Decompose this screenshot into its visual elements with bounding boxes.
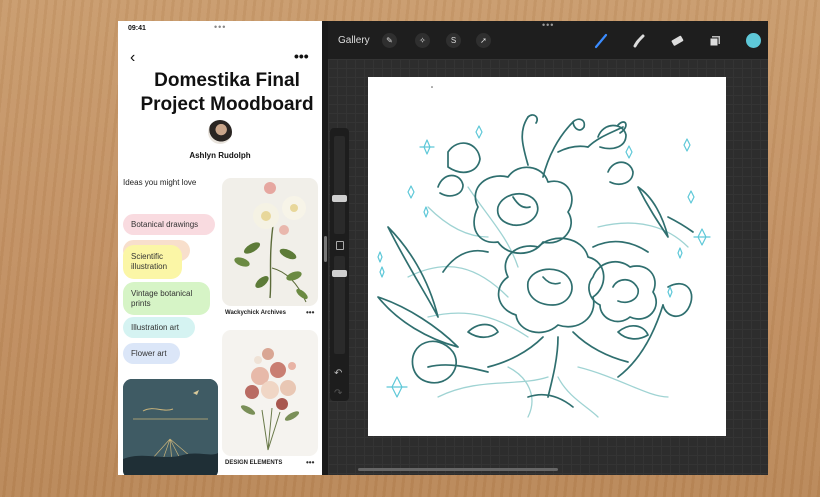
board-more-button[interactable]: ••• [294, 48, 309, 64]
undo-icon[interactable]: ↶ [334, 368, 342, 379]
chip-vintage-botanical-prints[interactable]: Vintage botanical prints [123, 282, 210, 315]
ipad-screen: 09:41 ••• ‹ ••• Domestika Final Project … [118, 21, 768, 475]
eraser-icon[interactable] [668, 32, 686, 50]
toolbar-dots[interactable]: ••• [542, 21, 554, 30]
pin-caption[interactable]: Wackychick Archives [225, 310, 286, 316]
brush-size-knob[interactable] [332, 195, 347, 202]
layers-icon[interactable] [706, 32, 724, 50]
drawing-canvas[interactable] [368, 77, 726, 436]
author-name[interactable]: Ashlyn Rudolph [118, 151, 322, 160]
pin-more-button[interactable]: ••• [306, 458, 314, 467]
pinterest-board-pane: 09:41 ••• ‹ ••• Domestika Final Project … [118, 21, 322, 475]
ideas-label: Ideas you might love [123, 178, 197, 187]
pin-image-white-rose[interactable] [222, 178, 318, 306]
board-title: Domestika Final Project Moodboard [118, 69, 322, 117]
multitask-dots[interactable]: ••• [214, 22, 226, 32]
pin-more-button[interactable]: ••• [306, 308, 314, 317]
pin-caption[interactable]: DESIGN ELEMENTS [225, 460, 282, 466]
home-indicator[interactable] [358, 468, 558, 471]
chip-illustration-art[interactable]: Illustration art [123, 317, 195, 338]
board-title-line2: Project Moodboard [140, 94, 314, 115]
transform-arrow-icon[interactable]: ➚ [476, 33, 491, 48]
pin-image-bouquet[interactable] [222, 330, 318, 456]
brush-sidebar: ↶ ↷ [330, 128, 349, 401]
back-chevron-icon[interactable]: ‹ [130, 50, 135, 66]
wrench-icon[interactable]: ✎ [382, 33, 397, 48]
redo-icon[interactable]: ↷ [334, 388, 342, 399]
chip-flower-art[interactable]: Flower art [123, 343, 180, 364]
modify-square-button[interactable] [336, 241, 344, 250]
board-title-line1: Domestika Final [154, 70, 300, 91]
selection-icon[interactable]: S [446, 33, 461, 48]
status-time: 09:41 [128, 25, 146, 32]
procreate-pane: Gallery ✎ ✧ S ➚ ••• ↶ ↷ [328, 21, 768, 475]
gallery-button[interactable]: Gallery [338, 35, 370, 46]
brush-size-slider[interactable] [334, 136, 345, 234]
smudge-icon[interactable] [630, 32, 648, 50]
pin-image-vintage-print[interactable] [123, 379, 218, 475]
procreate-toolbar: Gallery ✎ ✧ S ➚ ••• [328, 21, 768, 59]
chip-botanical-drawings[interactable]: Botanical drawings [123, 214, 215, 235]
brush-icon[interactable] [592, 32, 610, 50]
split-view-handle[interactable] [324, 236, 327, 262]
opacity-knob[interactable] [332, 270, 347, 277]
color-picker-button[interactable] [746, 33, 761, 48]
magic-wand-icon[interactable]: ✧ [415, 33, 430, 48]
chip-scientific-illustration[interactable]: Scientific illustration [123, 245, 182, 279]
author-avatar[interactable] [208, 120, 232, 144]
